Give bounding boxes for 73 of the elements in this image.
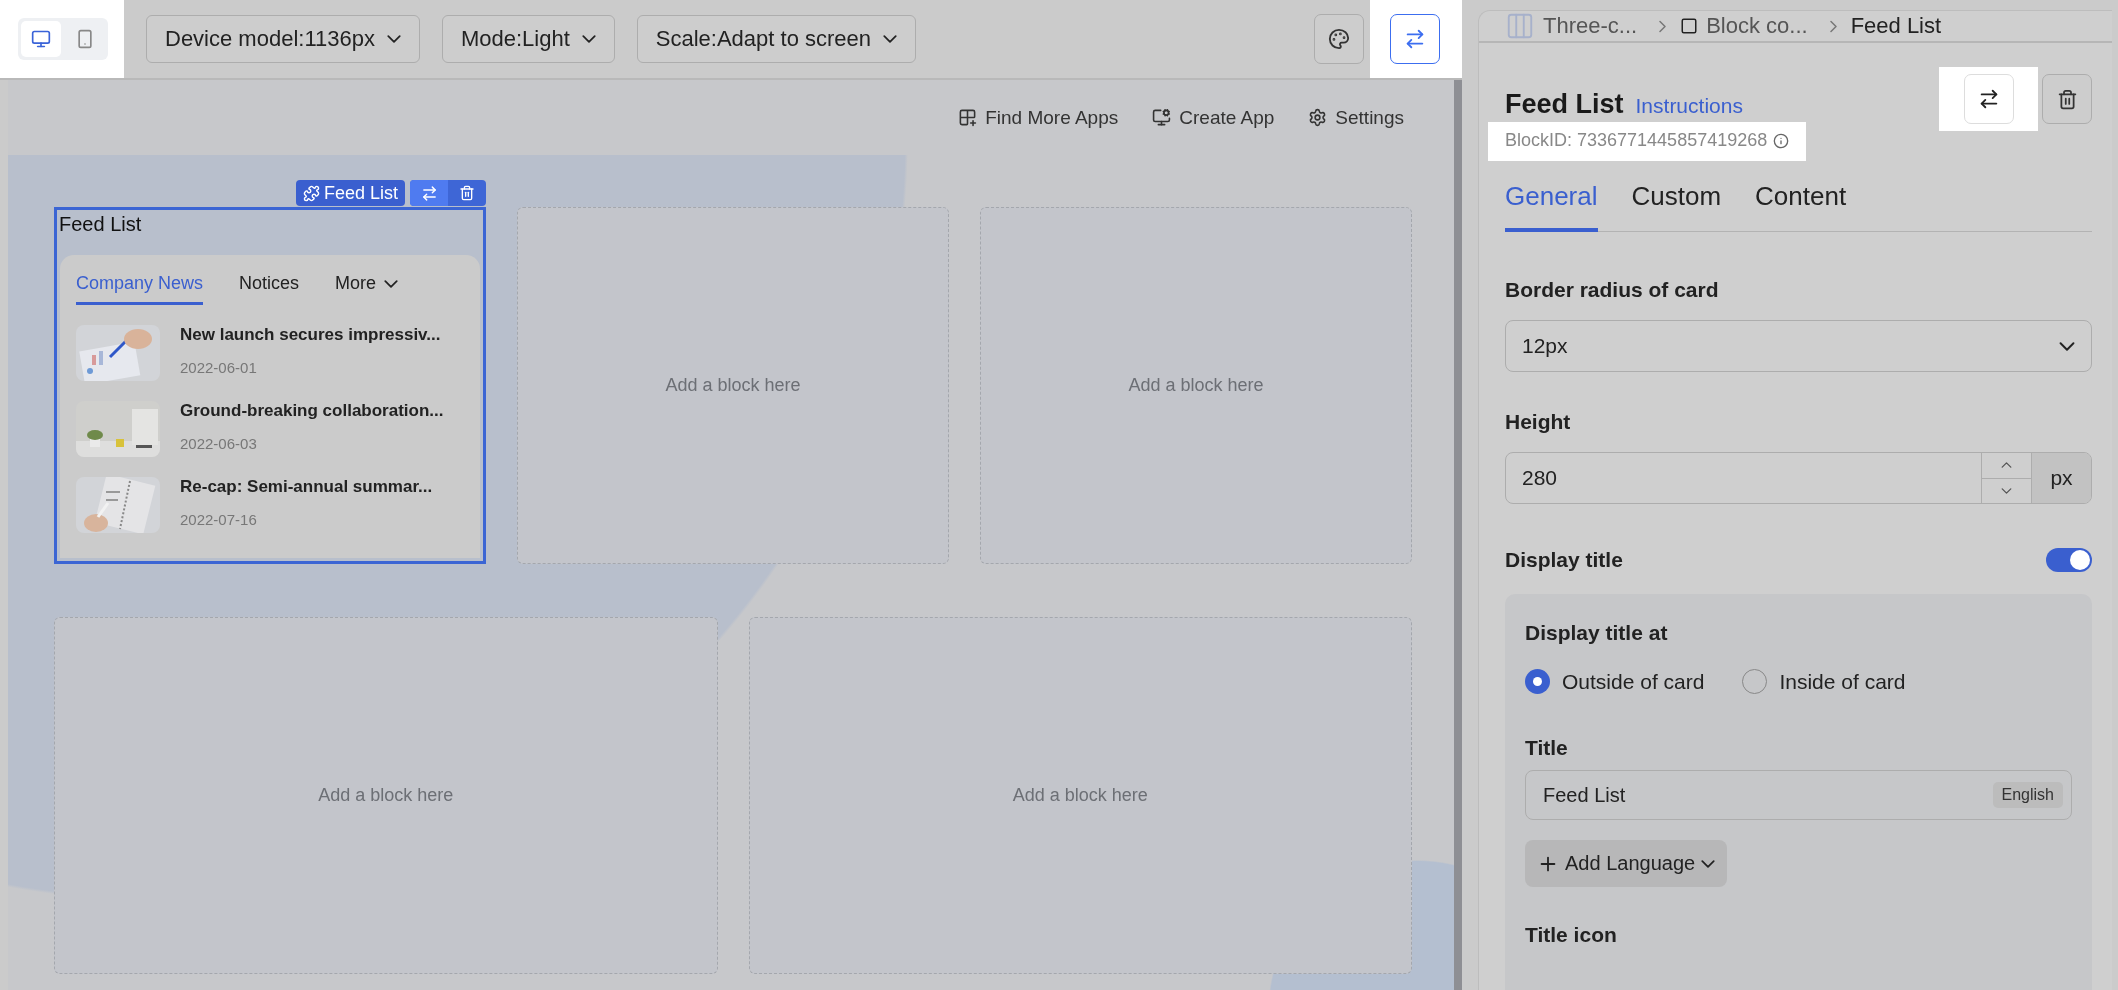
canvas-link[interactable]: Settings xyxy=(1308,106,1404,129)
position-radio[interactable]: Inside of card xyxy=(1742,669,1906,694)
add-language-button[interactable]: Add Language xyxy=(1525,840,1728,887)
toolbar-dropdown[interactable]: Mode:Light xyxy=(441,15,615,63)
breadcrumb-item[interactable]: Block co... xyxy=(1680,13,1808,39)
field-label: Display title at xyxy=(1525,621,1669,645)
theme-button[interactable] xyxy=(1314,14,1364,64)
monitor-icon xyxy=(1152,108,1172,127)
display-title-toggle[interactable] xyxy=(2046,548,2092,572)
columns-icon xyxy=(1505,11,1535,41)
block-tag-label: Feed List xyxy=(323,182,398,204)
field-label: Title icon xyxy=(1525,923,1618,947)
chevron-down-icon xyxy=(1701,859,1716,868)
panel-tab[interactable]: General xyxy=(1505,181,1598,232)
feed-item-date: 2022-06-01 xyxy=(180,359,258,376)
feed-item-title[interactable]: Ground-breaking collaboration... xyxy=(180,401,444,421)
feed-item-title[interactable]: New launch secures impressiv... xyxy=(180,325,441,345)
placeholder-text: Add a block here xyxy=(1128,375,1264,396)
chevron-right-icon xyxy=(1659,19,1667,33)
chevron-down-icon xyxy=(384,279,399,288)
feed-tab[interactable]: Notices xyxy=(239,273,300,305)
chevron-down-icon xyxy=(883,35,898,43)
radio-label: Outside of card xyxy=(1562,669,1705,694)
swap-icon xyxy=(1978,88,2000,110)
puzzle-icon xyxy=(302,184,320,202)
apps-grid-icon xyxy=(958,108,978,127)
swap-icon xyxy=(420,184,438,202)
instructions-link[interactable]: Instructions xyxy=(1635,94,1743,118)
device-toggle[interactable] xyxy=(21,21,61,57)
palette-icon xyxy=(1328,28,1350,50)
trash-icon xyxy=(2056,88,2078,110)
radius-select[interactable]: 12px xyxy=(1505,320,2092,372)
desktop-icon xyxy=(31,29,51,49)
placeholder-text: Add a block here xyxy=(318,785,454,806)
field-label: Display title xyxy=(1505,548,1623,572)
delete-button[interactable] xyxy=(2042,74,2092,124)
feed-tab[interactable]: Company News xyxy=(76,273,204,305)
title-input[interactable]: Feed List English xyxy=(1525,770,2072,820)
panel-tab[interactable]: Custom xyxy=(1631,181,1722,232)
toolbar-dropdown[interactable]: Device model:1136px xyxy=(146,15,420,63)
toolbar-dropdown[interactable]: Scale:Adapt to screen xyxy=(636,15,917,63)
block-title: Feed List xyxy=(59,213,143,237)
block-id: BlockID: 7336771445857419268 xyxy=(1505,130,1768,151)
placeholder-text: Add a block here xyxy=(1012,785,1148,806)
field-label: Border radius of card xyxy=(1505,278,1720,302)
canvas-link[interactable]: Find More Apps xyxy=(958,106,1119,129)
chevron-down-icon xyxy=(386,35,401,43)
feed-item-title[interactable]: Re-cap: Semi-annual summar... xyxy=(180,477,433,497)
placeholder-text: Add a block here xyxy=(665,375,801,396)
more-tab[interactable]: More xyxy=(335,273,399,294)
mobile-icon xyxy=(75,29,95,49)
radio-circle[interactable] xyxy=(1525,669,1550,694)
chevron-right-icon xyxy=(1829,19,1837,33)
trash-icon xyxy=(459,185,475,201)
square-icon xyxy=(1680,17,1699,35)
settings-icon xyxy=(1308,108,1328,127)
chevron-down-icon xyxy=(581,35,596,43)
chevron-down-icon xyxy=(2059,341,2075,351)
field-label: Title xyxy=(1525,736,1569,760)
info-icon[interactable] xyxy=(1773,132,1790,149)
position-radio[interactable]: Outside of card xyxy=(1525,669,1705,694)
canvas-link[interactable]: Create App xyxy=(1152,106,1275,129)
field-label: Height xyxy=(1505,410,1572,434)
swap-icon xyxy=(1404,28,1426,50)
language-badge: English xyxy=(1992,782,2063,808)
panel-title: Feed List xyxy=(1505,89,1624,120)
feed-item-date: 2022-07-16 xyxy=(180,511,258,528)
radio-label: Inside of card xyxy=(1779,669,1906,694)
breadcrumb-item[interactable]: Three-c... xyxy=(1505,11,1638,41)
feed-item-date: 2022-06-03 xyxy=(180,435,258,452)
breadcrumb-item[interactable]: Feed List xyxy=(1850,13,1942,39)
panel-tab[interactable]: Content xyxy=(1755,181,1847,232)
title-value: Feed List xyxy=(1543,783,1626,807)
